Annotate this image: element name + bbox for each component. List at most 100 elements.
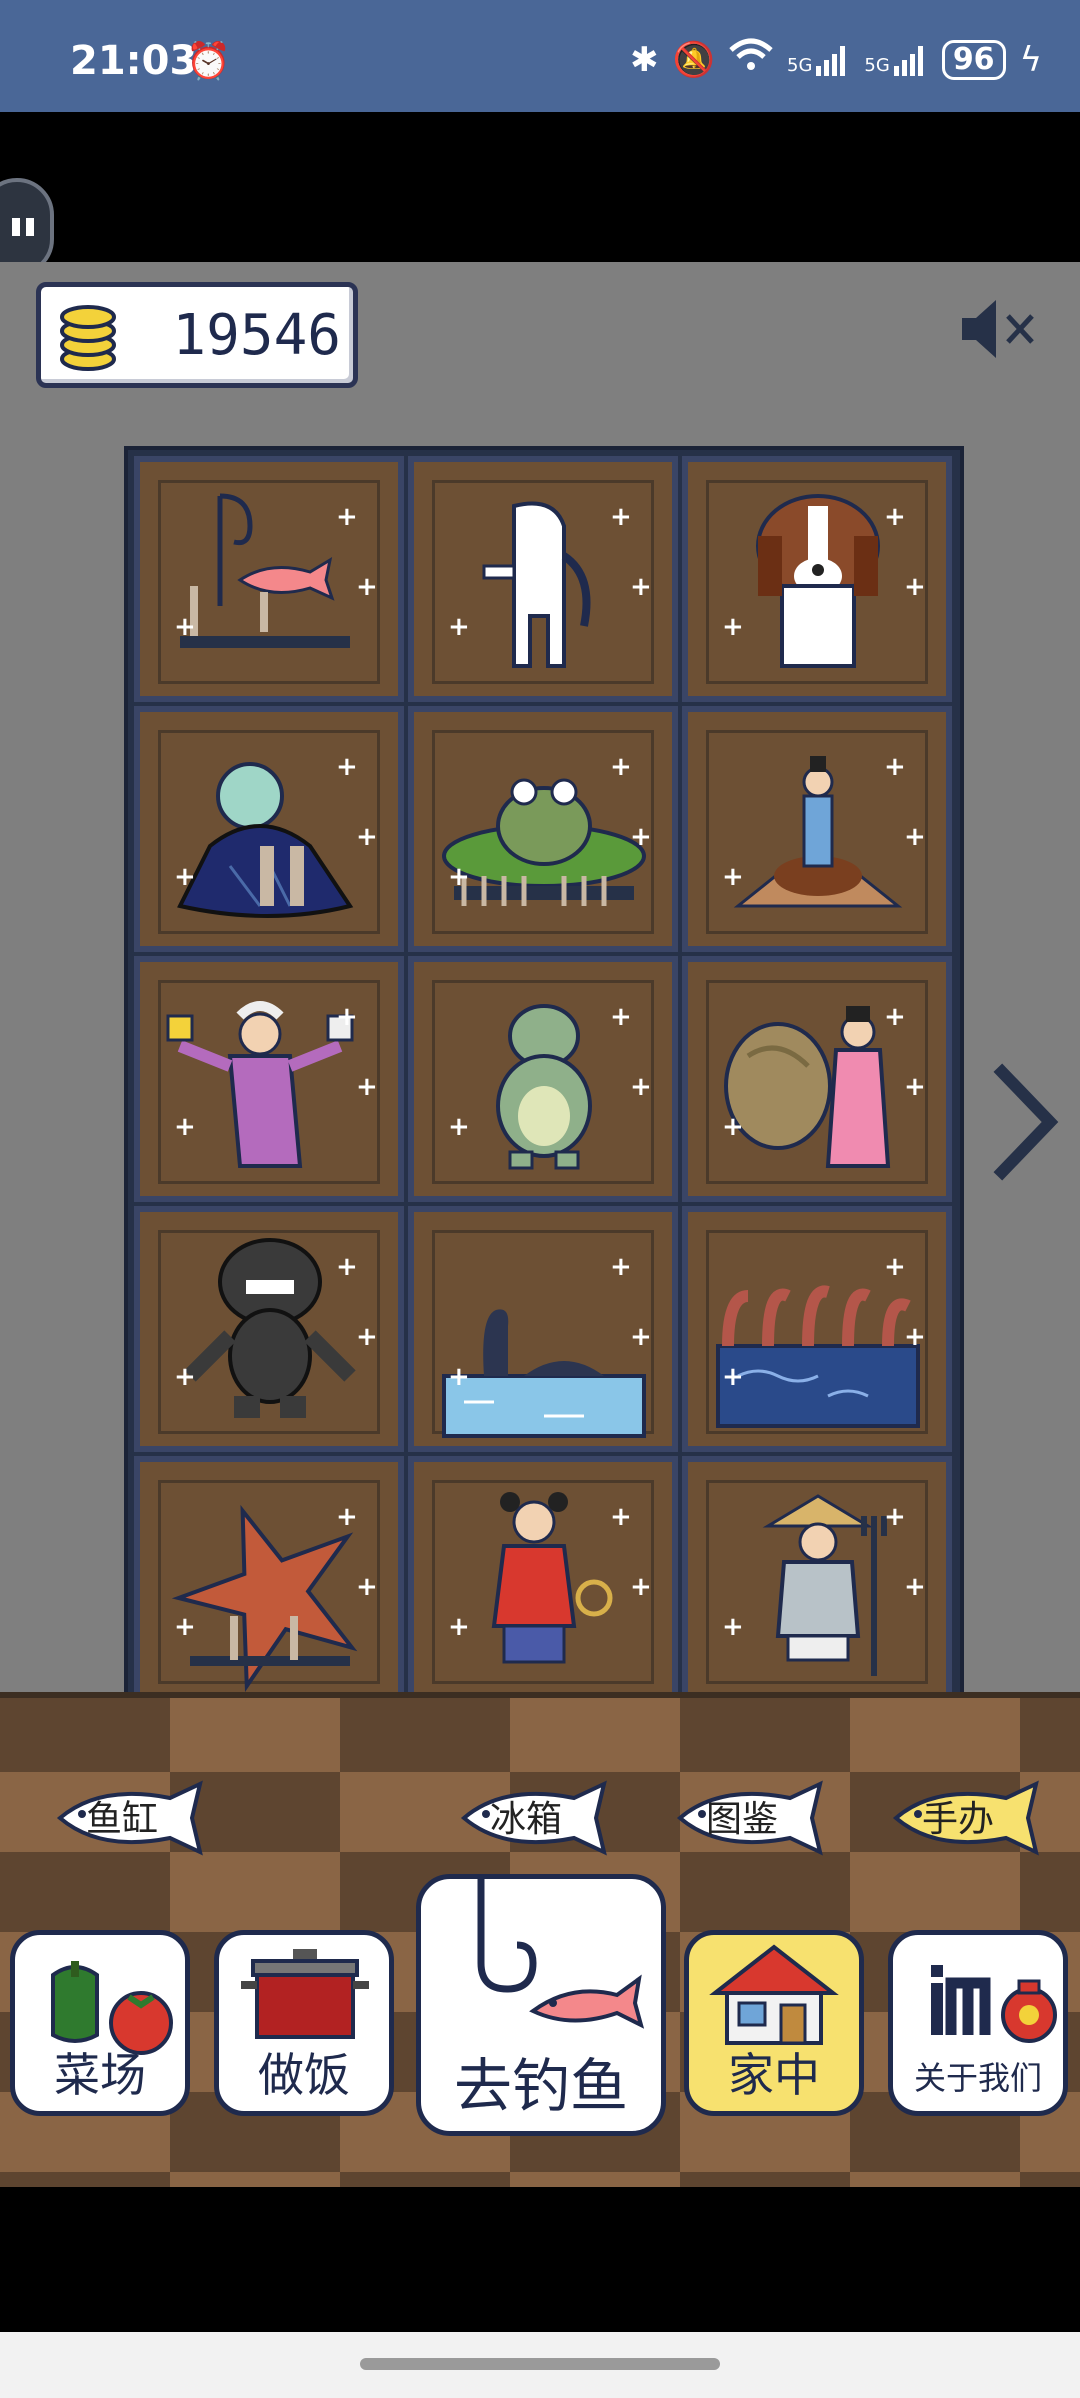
- sparkle-icon: +: [336, 752, 358, 782]
- bottom-letterbox: [0, 2187, 1080, 2332]
- nav-label: 关于我们: [913, 2059, 1042, 2097]
- frog-on-lotus-figure[interactable]: + + +: [408, 706, 678, 952]
- tab-figures[interactable]: 手办: [866, 1780, 1050, 1856]
- sparkle-icon: +: [610, 1002, 632, 1032]
- speaker-muted-icon[interactable]: [958, 294, 1038, 364]
- mute-icon: 🔕: [672, 39, 715, 80]
- signal-icon-2: 5G: [864, 44, 927, 76]
- nav-label: 去钓鱼: [453, 2052, 628, 2120]
- sparkle-icon: +: [336, 1002, 358, 1032]
- sub-tabs: 鱼缸 冰箱 图鉴 手办: [0, 1780, 1080, 1872]
- tab-fish-tank[interactable]: 鱼缸: [30, 1780, 214, 1856]
- vegetables-icon: [51, 1961, 173, 2055]
- sparkle-icon: +: [448, 612, 470, 642]
- fisherman-figure[interactable]: + + +: [682, 1456, 952, 1702]
- sparkle-icon: +: [884, 1002, 906, 1032]
- sparkle-icon: +: [722, 1112, 744, 1142]
- sparkle-icon: +: [356, 822, 378, 852]
- coin-counter: 19546: [36, 282, 358, 388]
- sparkle-icon: +: [174, 1112, 196, 1142]
- home-gesture-bar[interactable]: [360, 2358, 720, 2370]
- sparkle-icon: +: [904, 1572, 926, 1602]
- status-time: 21:03: [70, 38, 198, 84]
- fishing-hook-icon: [477, 1879, 645, 2029]
- sparkle-icon: +: [722, 1612, 744, 1642]
- coin-stack-icon: [60, 305, 116, 371]
- lady-on-pedestal-figure[interactable]: + + +: [682, 706, 952, 952]
- sparkle-icon: +: [356, 572, 378, 602]
- sparkle-icon: +: [336, 1502, 358, 1532]
- network-type-2: 5G: [864, 54, 890, 76]
- sparkle-icon: +: [174, 1612, 196, 1642]
- tab-fridge[interactable]: 冰箱: [434, 1780, 618, 1856]
- octopus-tank-figure[interactable]: + + +: [682, 1206, 952, 1452]
- sparkle-icon: +: [904, 1322, 926, 1352]
- battery-icon: 96: [941, 39, 1006, 80]
- sparkle-icon: +: [448, 1612, 470, 1642]
- figure-cabinet: + + + + + + + + + + + + + + + + + + + + + + + + + + + + + + + + + + + + + + + +…: [124, 446, 964, 1754]
- sparkle-icon: +: [174, 612, 196, 642]
- green-frog-figure[interactable]: + + +: [408, 956, 678, 1202]
- black-monster-figure[interactable]: + + +: [134, 1206, 404, 1452]
- sparkle-icon: +: [722, 612, 744, 642]
- sparkle-icon: +: [610, 752, 632, 782]
- sparkle-icon: +: [630, 1072, 652, 1102]
- sparkle-icon: +: [448, 862, 470, 892]
- top-letterbox: [0, 112, 1080, 262]
- sparkle-icon: +: [630, 572, 652, 602]
- sparkle-icon: +: [630, 822, 652, 852]
- sparkle-icon: +: [630, 1572, 652, 1602]
- sparkle-icon: +: [448, 1112, 470, 1142]
- network-type: 5G: [787, 54, 813, 76]
- starfish-figure[interactable]: + + +: [134, 1456, 404, 1702]
- nav-about-button[interactable]: 关于我们: [888, 1930, 1068, 2116]
- sparkle-icon: +: [630, 1322, 652, 1352]
- sparkle-icon: +: [610, 1252, 632, 1282]
- sparkle-icon: +: [904, 572, 926, 602]
- next-page-arrow[interactable]: [992, 1062, 1062, 1182]
- white-creature-figure[interactable]: + + +: [408, 456, 678, 702]
- sparkle-icon: +: [722, 1362, 744, 1392]
- about-logo-icon: [931, 1965, 1057, 2043]
- sparkle-icon: +: [174, 862, 196, 892]
- sparkle-icon: +: [356, 1322, 378, 1352]
- sparkle-icon: +: [336, 1252, 358, 1282]
- sparkle-icon: +: [722, 862, 744, 892]
- mermaid-figure[interactable]: + + +: [134, 706, 404, 952]
- nav-cook-button[interactable]: 做饭: [214, 1930, 394, 2116]
- nav-go-fishing-button[interactable]: 去钓鱼: [416, 1874, 666, 2136]
- shell-maiden-figure[interactable]: + + +: [682, 956, 952, 1202]
- sparkle-icon: +: [610, 502, 632, 532]
- tab-label: 手办: [921, 1799, 994, 1840]
- tab-catalog[interactable]: 图鉴: [650, 1780, 834, 1856]
- tab-label: 图鉴: [705, 1799, 778, 1840]
- nezha-figure[interactable]: + + +: [408, 1456, 678, 1702]
- wifi-icon: [729, 38, 773, 81]
- tab-label: 冰箱: [489, 1799, 562, 1840]
- nav-label: 做饭: [258, 2048, 350, 2102]
- coin-value: 19546: [172, 303, 341, 368]
- nav-market-button[interactable]: 菜场: [10, 1930, 190, 2116]
- sparkle-icon: +: [904, 1072, 926, 1102]
- nav-label: 家中: [728, 2048, 820, 2102]
- tab-label: 鱼缸: [85, 1799, 158, 1840]
- nav-home-button[interactable]: 家中: [684, 1930, 864, 2116]
- sparkle-icon: +: [356, 1572, 378, 1602]
- house-icon: [709, 1944, 839, 2045]
- sparkle-icon: +: [884, 502, 906, 532]
- axe-holder-figure[interactable]: + + +: [134, 956, 404, 1202]
- fish-on-hook-figure[interactable]: + + +: [134, 456, 404, 702]
- status-bar: 21:03 ⏰ ✱ 🔕 5G 5G 96 ϟ: [0, 0, 1080, 112]
- charging-icon: ϟ: [1019, 39, 1042, 80]
- sparkle-icon: +: [448, 1362, 470, 1392]
- game-scene: 19546 + + + + + + + + + + + + + + + + + + + + + + + + + + + + + + + + + +…: [0, 262, 1080, 2187]
- lake-monster-figure[interactable]: + + +: [408, 1206, 678, 1452]
- bottom-nav: 菜场 做饭 去钓鱼 家中 关于我们: [0, 1874, 1080, 2144]
- status-icons: ✱ 🔕 5G 5G 96 ϟ: [630, 38, 1042, 81]
- alarm-icon: ⏰: [186, 41, 231, 82]
- signal-icon: 5G: [787, 44, 850, 76]
- gesture-area: [0, 2332, 1080, 2398]
- sparkle-icon: +: [174, 1362, 196, 1392]
- bluetooth-icon: ✱: [630, 39, 659, 80]
- beagle-dog-figure[interactable]: + + +: [682, 456, 952, 702]
